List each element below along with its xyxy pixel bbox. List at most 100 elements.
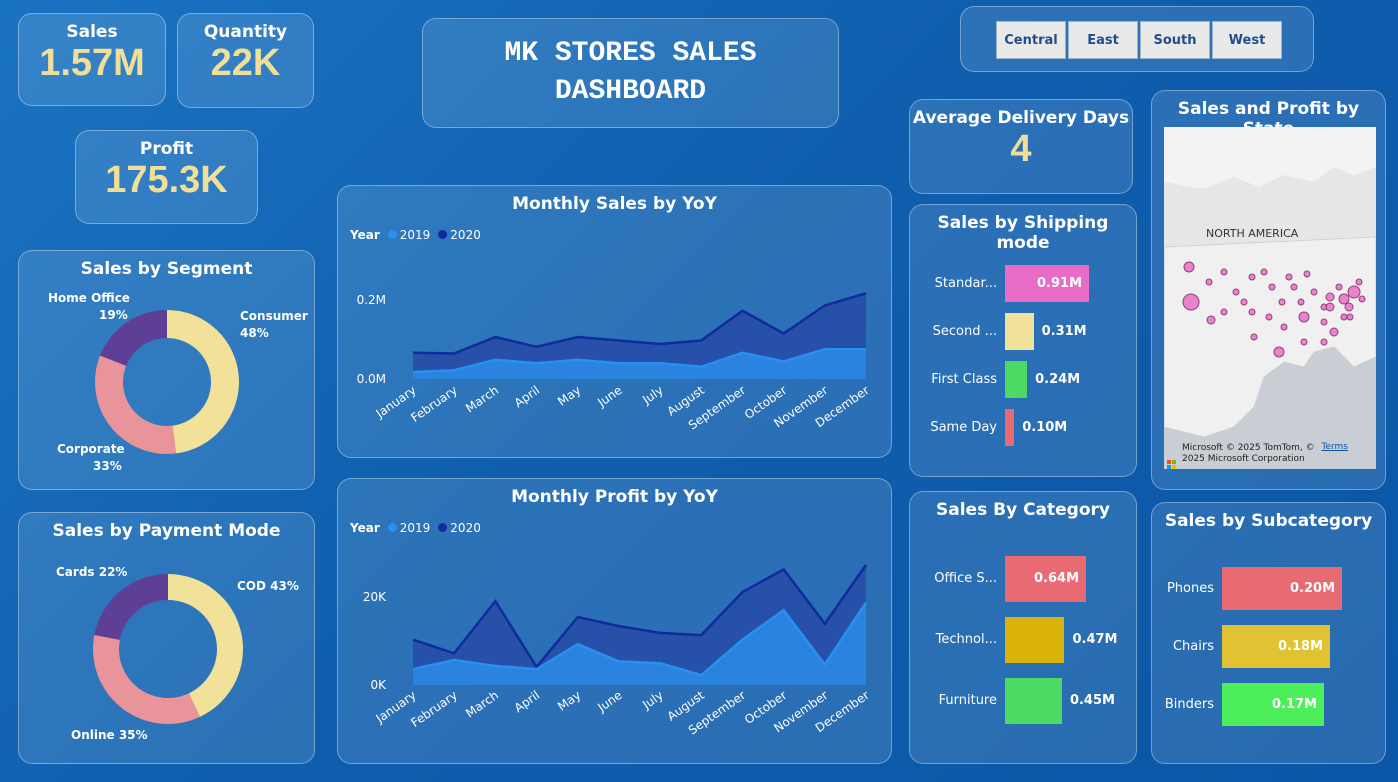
map-terms-link[interactable]: Terms bbox=[1321, 442, 1348, 452]
profit-kpi-card: Profit 175.3K bbox=[75, 130, 258, 224]
state-map-card: Sales and Profit by State NORTH AMERICA … bbox=[1151, 90, 1386, 490]
profit-kpi-label: Profit bbox=[139, 139, 194, 159]
monthly-sales-card: Monthly Sales by YoY Year 2019 2020 0.2M… bbox=[337, 185, 892, 458]
profit-kpi-value: 175.3K bbox=[105, 159, 228, 201]
state-bubble[interactable] bbox=[1290, 283, 1298, 291]
map-canvas: NORTH AMERICA bbox=[1163, 127, 1377, 469]
segment-slice-1[interactable] bbox=[95, 355, 177, 454]
state-bubble[interactable] bbox=[1358, 295, 1366, 303]
state-bubble[interactable] bbox=[1232, 288, 1240, 296]
monthly-profit-area-chart: 20K 0K JanuaryFebruary March April May June J… bbox=[363, 564, 872, 738]
bar-row[interactable]: Standar... 0.91M bbox=[910, 265, 1138, 302]
bar-value-label: 0.64M bbox=[1034, 571, 1080, 586]
state-bubble[interactable] bbox=[1260, 268, 1268, 276]
payment-slice-1[interactable] bbox=[92, 634, 200, 724]
state-bubble[interactable] bbox=[1182, 293, 1200, 311]
state-bubble[interactable] bbox=[1325, 302, 1335, 312]
map-region-label: NORTH AMERICA bbox=[1206, 227, 1299, 240]
state-bubble[interactable] bbox=[1206, 315, 1216, 325]
state-bubble[interactable] bbox=[1329, 327, 1339, 337]
bar[interactable] bbox=[1005, 361, 1028, 398]
state-bubble[interactable] bbox=[1265, 313, 1273, 321]
segment-pct-corporate: 33% bbox=[93, 459, 122, 473]
sales-kpi-label: Sales bbox=[66, 22, 118, 42]
state-bubble[interactable] bbox=[1335, 283, 1343, 291]
bar-row[interactable]: First Class 0.24M bbox=[910, 361, 1138, 398]
state-bubble[interactable] bbox=[1355, 278, 1363, 286]
payment-chart-card: Sales by Payment Mode COD 43% Online 35%… bbox=[18, 512, 315, 764]
shipping-chart-card: Sales by Shipping mode Standar... 0.91M Se… bbox=[909, 204, 1137, 477]
bar-value-label: 0.45M bbox=[1069, 693, 1115, 708]
payment-slice-0[interactable] bbox=[168, 574, 243, 717]
bar-row[interactable]: Office S... 0.64M bbox=[910, 556, 1138, 602]
state-bubble[interactable] bbox=[1220, 308, 1228, 316]
state-bubble[interactable] bbox=[1300, 338, 1308, 346]
segment-label-consumer: Consumer bbox=[240, 309, 308, 323]
sales-kpi-card: Sales 1.57M bbox=[18, 13, 166, 106]
bar-row[interactable]: Second ... 0.31M bbox=[910, 313, 1138, 350]
state-bubble[interactable] bbox=[1205, 278, 1213, 286]
bar-category-label: Same Day bbox=[930, 419, 997, 435]
region-slicer: Central East South West bbox=[960, 6, 1314, 72]
state-bubble[interactable] bbox=[1278, 298, 1286, 306]
bar[interactable] bbox=[1005, 409, 1015, 446]
state-bubble[interactable] bbox=[1346, 313, 1354, 321]
bar-category-label: Chairs bbox=[1172, 638, 1214, 654]
monthly-profit-card: Monthly Profit by YoY Year 2019 2020 20K… bbox=[337, 478, 892, 764]
state-bubble[interactable] bbox=[1303, 270, 1311, 278]
segment-pct-home-office: 19% bbox=[99, 308, 128, 322]
x-tick-label: February bbox=[408, 688, 460, 730]
state-bubble[interactable] bbox=[1347, 285, 1361, 299]
bar[interactable] bbox=[1005, 678, 1062, 724]
subcategory-bar-chart: Phones 0.20M Chairs 0.18M Binders 0.17M bbox=[1152, 567, 1387, 747]
payment-label-cod: COD 43% bbox=[237, 579, 299, 593]
x-tick-label: July bbox=[639, 688, 666, 712]
bar-category-label: First Class bbox=[931, 371, 997, 387]
dashboard-title-card: MK STORES SALES DASHBOARD bbox=[422, 18, 839, 128]
x-tick-label: June bbox=[594, 688, 624, 715]
state-bubble[interactable] bbox=[1248, 273, 1256, 281]
state-bubble[interactable] bbox=[1280, 323, 1288, 331]
x-tick-label: May bbox=[555, 383, 583, 409]
state-bubble[interactable] bbox=[1240, 298, 1248, 306]
bar-row[interactable]: Phones 0.20M bbox=[1152, 567, 1387, 610]
state-bubble[interactable] bbox=[1325, 292, 1335, 302]
payment-label-online: Online 35% bbox=[71, 728, 148, 742]
bar-value-label: 0.18M bbox=[1278, 638, 1324, 654]
state-bubble[interactable] bbox=[1268, 283, 1276, 291]
segment-chart-title: Sales by Segment bbox=[80, 259, 253, 279]
bar-value-label: 0.24M bbox=[1035, 371, 1081, 387]
state-bubble[interactable] bbox=[1340, 313, 1348, 321]
state-bubble[interactable] bbox=[1285, 273, 1293, 281]
bar-row[interactable]: Same Day 0.10M bbox=[910, 409, 1138, 446]
state-bubble[interactable] bbox=[1344, 302, 1354, 312]
state-bubble[interactable] bbox=[1298, 311, 1310, 323]
bar-value-label: 0.31M bbox=[1041, 323, 1087, 339]
bar[interactable] bbox=[1005, 617, 1065, 663]
slicer-button-central[interactable]: Central bbox=[996, 21, 1066, 59]
state-bubble[interactable] bbox=[1273, 346, 1285, 358]
bar[interactable] bbox=[1005, 313, 1034, 350]
state-bubble[interactable] bbox=[1183, 261, 1195, 273]
payment-slice-2[interactable] bbox=[94, 574, 168, 640]
state-bubble[interactable] bbox=[1320, 318, 1328, 326]
bar-row[interactable]: Chairs 0.18M bbox=[1152, 625, 1387, 668]
slicer-button-west[interactable]: West bbox=[1212, 21, 1282, 59]
state-bubble[interactable] bbox=[1338, 293, 1350, 305]
state-bubble[interactable] bbox=[1250, 333, 1258, 341]
state-bubble[interactable] bbox=[1220, 268, 1228, 276]
state-bubble[interactable] bbox=[1310, 288, 1318, 296]
state-bubble[interactable] bbox=[1297, 298, 1305, 306]
segment-slice-0[interactable] bbox=[167, 310, 239, 454]
state-bubble[interactable] bbox=[1248, 308, 1256, 316]
state-bubble-map[interactable]: NORTH AMERICA Microsoft © 2025 TomTom, ©… bbox=[1163, 127, 1377, 469]
bar-row[interactable]: Technol... 0.47M bbox=[910, 617, 1138, 663]
y-tick-label: 0.2M bbox=[357, 293, 386, 307]
state-bubble[interactable] bbox=[1320, 338, 1328, 346]
bar-row[interactable]: Furniture 0.45M bbox=[910, 678, 1138, 724]
bar-row[interactable]: Binders 0.17M bbox=[1152, 683, 1387, 726]
x-tick-label: March bbox=[463, 688, 501, 720]
bar-value-label: 0.20M bbox=[1290, 580, 1336, 596]
slicer-button-east[interactable]: East bbox=[1068, 21, 1138, 59]
slicer-button-south[interactable]: South bbox=[1140, 21, 1210, 59]
